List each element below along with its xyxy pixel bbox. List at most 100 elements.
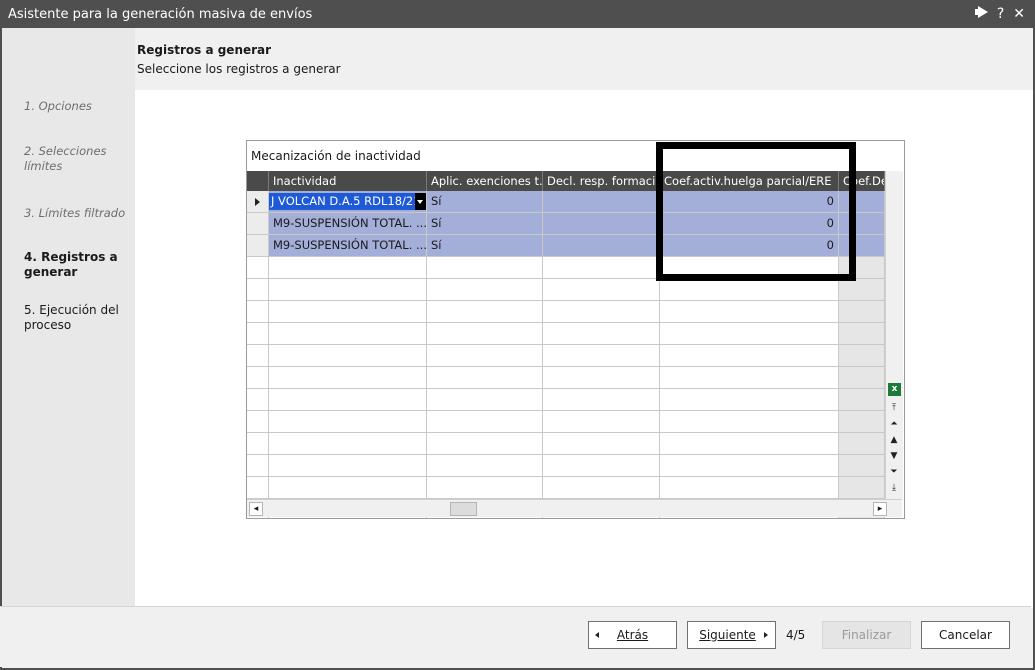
scroll-right-icon[interactable]: ▸ — [873, 502, 887, 516]
table-row[interactable]: M9-SUSPENSIÓN TOTAL. ... Sí 0 — [247, 235, 902, 257]
scroll-left-icon[interactable]: ◂ — [249, 502, 263, 516]
cell-coef-de[interactable] — [839, 191, 885, 213]
empty-cell — [247, 323, 269, 345]
empty-cell — [247, 389, 269, 411]
cell-coef[interactable]: 0 — [660, 213, 839, 235]
empty-cell — [427, 477, 543, 499]
window-title: Asistente para la generación masiva de e… — [8, 7, 313, 22]
steps-sidebar: 1. Opciones 2. Selecciones límites 3. Lí… — [2, 28, 135, 608]
cell-exenciones[interactable]: Sí — [427, 235, 543, 257]
empty-cell — [543, 433, 660, 455]
row-indicator[interactable] — [247, 235, 269, 257]
finish-button[interactable]: Finalizar — [822, 621, 911, 649]
empty-cell — [839, 345, 885, 367]
row-indicator[interactable] — [247, 191, 269, 213]
scroll-last-icon[interactable]: ⤓ — [888, 481, 900, 495]
cell-coef-de[interactable] — [839, 213, 885, 235]
cell-inactividad[interactable]: M9-SUSPENSIÓN TOTAL. ... — [269, 235, 427, 257]
scroll-page-up-icon[interactable]: ⏶ — [888, 417, 900, 431]
empty-cell — [543, 279, 660, 301]
empty-row — [247, 477, 902, 499]
empty-cell — [839, 257, 885, 279]
empty-row — [247, 389, 902, 411]
step-subtitle: Seleccione los registros a generar — [137, 62, 341, 76]
title-bar: Asistente para la generación masiva de e… — [2, 2, 1033, 28]
scroll-page-down-icon[interactable]: ⏷ — [888, 465, 900, 479]
empty-cell — [269, 389, 427, 411]
empty-cell — [839, 323, 885, 345]
empty-row — [247, 455, 902, 477]
empty-cell — [660, 301, 839, 323]
scroll-down-icon[interactable]: ▼ — [888, 449, 900, 463]
back-button[interactable]: Atrás — [588, 621, 677, 649]
empty-cell — [247, 279, 269, 301]
back-button-label: Atrás — [616, 628, 649, 642]
vertical-scrollbar[interactable]: x ⤒ ⏶ ▲ ▼ ⏷ ⤓ — [885, 171, 903, 499]
excel-export-icon[interactable]: x — [888, 383, 901, 396]
step-header: Registros a generar Seleccione los regis… — [135, 28, 1033, 90]
arrow-left-icon — [595, 632, 599, 638]
cancel-button[interactable]: Cancelar — [921, 621, 1010, 649]
table-row[interactable]: M9-SUSPENSIÓN TOTAL. ... Sí 0 — [247, 213, 902, 235]
next-button-label: Siguiente — [699, 628, 756, 642]
empty-cell — [269, 345, 427, 367]
close-button[interactable]: ✕ — [1013, 6, 1025, 23]
empty-cell — [660, 389, 839, 411]
megaphone-icon[interactable] — [974, 6, 988, 23]
scroll-first-icon[interactable]: ⤒ — [888, 401, 900, 415]
empty-cell — [269, 279, 427, 301]
empty-cell — [543, 301, 660, 323]
cell-exenciones[interactable]: Sí — [427, 213, 543, 235]
current-row-arrow-icon — [255, 198, 260, 206]
inactividad-dropdown-input[interactable]: J VOLCAN D.A.5 RDL18/21 — [269, 193, 425, 210]
empty-cell — [247, 367, 269, 389]
empty-cell — [247, 433, 269, 455]
empty-cell — [660, 367, 839, 389]
empty-cell — [269, 433, 427, 455]
horizontal-scroll-thumb[interactable] — [450, 502, 477, 516]
scroll-up-icon[interactable]: ▲ — [888, 433, 900, 447]
cell-coef[interactable]: 0 — [660, 235, 839, 257]
row-indicator[interactable] — [247, 213, 269, 235]
column-header-coef-activ-huelga[interactable]: Coef.activ.huelga parcial/ERE — [660, 171, 839, 191]
step-selecciones-limites: 2. Selecciones límites — [24, 144, 107, 173]
dropdown-chevron-icon[interactable] — [415, 193, 426, 210]
step-ejecucion-del-proceso: 5. Ejecución del proceso — [24, 303, 119, 332]
empty-row — [247, 301, 902, 323]
next-button[interactable]: Siguiente — [687, 621, 776, 649]
cell-coef[interactable]: 0 — [660, 191, 839, 213]
empty-cell — [660, 455, 839, 477]
column-header-coef-de[interactable]: Coef.De — [839, 171, 885, 191]
table-row[interactable]: Sí 0 J VOLCAN D.A.5 RDL18/21 — [247, 191, 902, 213]
cell-exenciones[interactable]: Sí — [427, 191, 543, 213]
empty-cell — [660, 279, 839, 301]
empty-cell — [247, 455, 269, 477]
column-header-inactividad[interactable]: Inactividad — [269, 171, 427, 191]
title-bar-controls: ? ✕ — [974, 6, 1025, 23]
step-title: Registros a generar — [137, 43, 272, 57]
empty-cell — [247, 345, 269, 367]
cell-inactividad[interactable]: M9-SUSPENSIÓN TOTAL. ... — [269, 213, 427, 235]
empty-cell — [247, 477, 269, 499]
empty-cell — [269, 257, 427, 279]
cell-decl[interactable] — [543, 235, 660, 257]
cell-coef-de[interactable] — [839, 235, 885, 257]
empty-cell — [839, 433, 885, 455]
empty-cell — [660, 477, 839, 499]
help-button[interactable]: ? — [997, 6, 1004, 23]
empty-cell — [427, 367, 543, 389]
empty-cell — [427, 323, 543, 345]
empty-cell — [839, 367, 885, 389]
column-header-aplic-exenciones[interactable]: Aplic. exenciones t... — [427, 171, 543, 191]
empty-cell — [269, 301, 427, 323]
empty-cell — [543, 257, 660, 279]
empty-cell — [427, 411, 543, 433]
empty-cell — [427, 301, 543, 323]
cell-decl[interactable] — [543, 191, 660, 213]
cell-decl[interactable] — [543, 213, 660, 235]
empty-cell — [427, 279, 543, 301]
empty-row — [247, 279, 902, 301]
column-header-decl-resp-formacion[interactable]: Decl. resp. formaci... — [543, 171, 660, 191]
horizontal-scrollbar[interactable]: ◂ ▸ — [247, 499, 902, 517]
empty-row — [247, 257, 902, 279]
